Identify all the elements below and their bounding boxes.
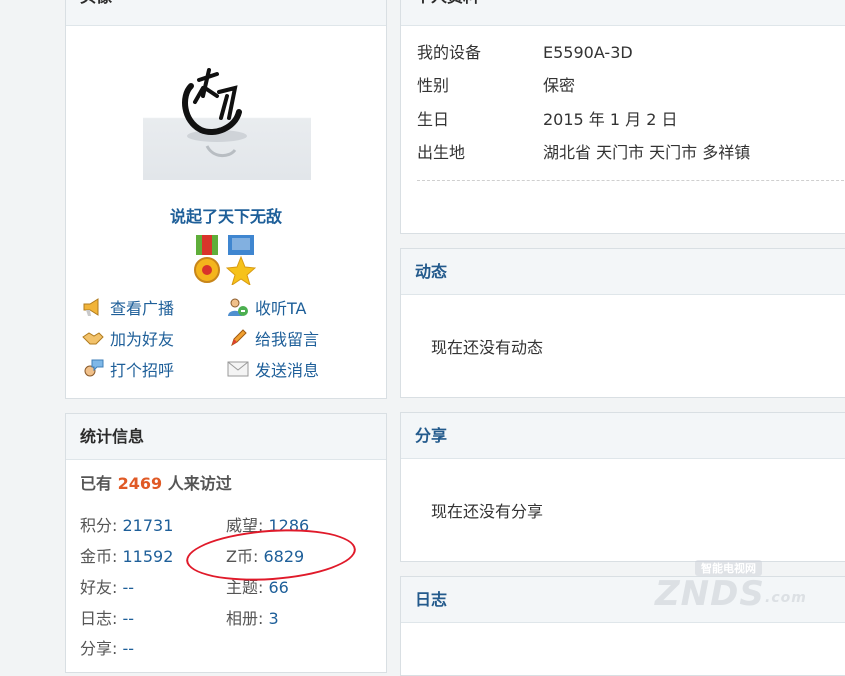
medal-star-icon: [225, 235, 257, 289]
medal-gold-icon: [193, 235, 221, 289]
username[interactable]: 说起了天下无敌: [66, 203, 386, 227]
feed-empty-text: 现在还没有动态: [431, 338, 544, 357]
follow-user-icon: [226, 296, 250, 318]
visit-count: 已有 2469 人来访过: [80, 474, 232, 493]
view-broadcast-link[interactable]: 查看广播: [81, 295, 174, 319]
stat-points: 积分: 21731: [80, 516, 174, 535]
znds-watermark: 智能电视网 ZNDS .com: [655, 560, 807, 614]
stat-albums: 相册: 3: [226, 609, 279, 628]
handshake-icon: [81, 327, 105, 349]
stat-friends: 好友: --: [80, 578, 135, 597]
stats-panel-title: 统计信息: [66, 414, 386, 460]
share-panel: 分享 现在还没有分享: [400, 412, 845, 562]
profile-row-gender: 性别 保密: [417, 76, 576, 95]
add-friend-link[interactable]: 加为好友: [81, 326, 174, 350]
profile-panel-title: 个人资料: [401, 0, 845, 26]
send-message-link[interactable]: 发送消息: [226, 357, 319, 381]
feed-panel-title[interactable]: 动态: [401, 249, 845, 295]
profile-row-device: 我的设备 E5590A-3D: [417, 43, 633, 62]
say-hello-link[interactable]: 打个招呼: [81, 357, 174, 381]
envelope-icon: [226, 358, 250, 380]
follow-ta-link[interactable]: 收听TA: [226, 295, 306, 319]
stat-gold: 金币: 11592: [80, 547, 174, 566]
avatar-panel-title: 头像: [66, 0, 386, 26]
share-empty-text: 现在还没有分享: [431, 502, 544, 521]
share-panel-title[interactable]: 分享: [401, 413, 845, 459]
profile-row-birthday: 生日 2015 年 1 月 2 日: [417, 110, 678, 129]
divider: [417, 180, 845, 181]
avatar[interactable]: [143, 66, 311, 180]
leave-message-link[interactable]: 给我留言: [226, 326, 319, 350]
megaphone-icon: [81, 296, 105, 318]
profile-row-birthplace: 出生地 湖北省 天门市 天门市 多祥镇: [417, 143, 751, 162]
calligraphy-avatar-image: [182, 68, 247, 157]
pencil-icon: [226, 327, 250, 349]
profile-panel: 个人资料 我的设备E5590A-3D 性别保密 生日2015 年 1 月 2 日…: [400, 0, 845, 234]
greet-chat-icon: [81, 358, 105, 380]
stat-blogs: 日志: --: [80, 609, 135, 628]
stat-shares: 分享: --: [80, 639, 135, 658]
feed-panel: 动态 现在还没有动态: [400, 248, 845, 398]
avatar-panel: 头像 说起了天下无敌 查看广播: [65, 0, 387, 399]
